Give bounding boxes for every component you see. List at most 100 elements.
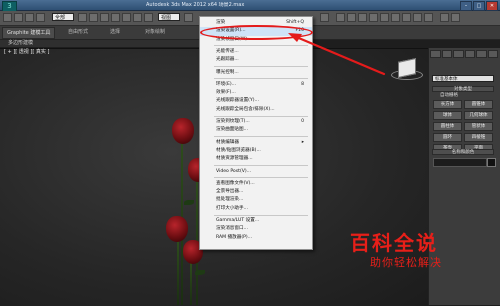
rose-leaf — [184, 200, 194, 205]
box-button[interactable]: 长方体 — [433, 100, 462, 109]
object-name-field[interactable] — [433, 158, 487, 167]
select-icon[interactable] — [78, 13, 87, 22]
named-selection-icon[interactable] — [320, 13, 329, 22]
menu-item-label: 打印大小助手... — [216, 205, 248, 211]
window-controls: – □ ✕ — [460, 1, 498, 11]
maximize-icon[interactable]: □ — [473, 1, 485, 11]
menu-item[interactable]: 打印大小助手... — [200, 205, 312, 213]
menu-item[interactable]: 批处理渲染... — [200, 196, 312, 204]
menu-separator — [214, 136, 308, 138]
annotation-arrow-icon — [288, 33, 386, 76]
pivot-icon[interactable] — [184, 13, 193, 22]
ribbon-tab-object-paint[interactable]: 对象绘制 — [145, 27, 165, 37]
cylinder-button[interactable]: 圆柱体 — [433, 122, 462, 131]
menu-item[interactable]: 材质/贴图浏览器(B)... — [200, 147, 312, 155]
menu-item-label: 光能传递... — [216, 48, 239, 54]
window-crossing-icon[interactable] — [111, 13, 120, 22]
select-by-name-icon[interactable] — [89, 13, 98, 22]
menu-item[interactable]: 光线跟踪全局包含/排除(X)... — [200, 106, 312, 114]
polygon-modeling-label[interactable]: 多边形建模 — [8, 40, 33, 47]
move-icon[interactable] — [122, 13, 131, 22]
undo-icon[interactable] — [3, 13, 12, 22]
rendered-frame-icon[interactable] — [413, 13, 422, 22]
create-tab-icon[interactable] — [430, 50, 441, 58]
mirror-icon[interactable] — [336, 13, 345, 22]
menu-item[interactable]: RAM 播放器(P)... — [200, 234, 312, 242]
pyramid-button[interactable]: 四棱锥 — [464, 133, 493, 142]
utilities-tab-icon[interactable] — [487, 50, 498, 58]
menu-item-label: 渲染曲面贴图... — [216, 127, 248, 133]
menu-item[interactable]: Video Post(V)... — [200, 168, 312, 176]
star-icon[interactable] — [451, 13, 460, 22]
object-color-swatch[interactable] — [487, 158, 496, 167]
viewport-label[interactable]: [ + ][ 透视 ][ 真实 ] — [4, 49, 49, 56]
torus-button[interactable]: 圆环 — [433, 133, 462, 142]
menu-item[interactable]: 查看图像文件(V)... — [200, 180, 312, 188]
menu-item-label: Gamma/LUT 设置... — [216, 218, 260, 223]
menu-item[interactable]: 渲染到纹理(T)... 0 — [200, 118, 312, 126]
object-type-buttons: 长方体 圆锥体 球体 几何球体 圆柱体 管状体 圆环 四棱锥 茶壶 平面 — [433, 100, 493, 153]
hierarchy-tab-icon[interactable] — [453, 50, 464, 58]
help-icon[interactable] — [440, 13, 449, 22]
menu-separator — [214, 177, 308, 179]
scale-icon[interactable] — [144, 13, 153, 22]
sphere-button[interactable]: 球体 — [433, 111, 462, 120]
menu-item-shortcut: ▸ — [301, 139, 304, 145]
menu-item-label: 光跟踪器... — [216, 57, 239, 63]
motion-tab-icon[interactable] — [464, 50, 475, 58]
menu-item[interactable]: 效果(F)... — [200, 89, 312, 97]
minimize-icon[interactable]: – — [460, 1, 472, 11]
menu-item-label: 环境(E)... — [216, 81, 237, 87]
object-category-dropdown[interactable]: 标准基本体 — [432, 75, 494, 82]
rollout-name-color[interactable]: 名称和颜色 — [432, 149, 494, 155]
menu-item-label: 光线跟踪器设置(Y)... — [216, 98, 259, 104]
reference-coord-dropdown[interactable]: 视图 — [158, 13, 180, 21]
menu-item[interactable]: 材质编辑器 ▸ — [200, 139, 312, 147]
render-setup-icon[interactable] — [402, 13, 411, 22]
ribbon-tab-freeform[interactable]: 自由形式 — [68, 27, 88, 37]
cone-button[interactable]: 圆锥体 — [464, 100, 493, 109]
menu-item[interactable]: 材质资源管理器... — [200, 155, 312, 163]
window-title: Autodesk 3ds Max 2012 x64 场景2.max — [146, 2, 245, 8]
menu-item-label: 材质编辑器 — [216, 139, 239, 145]
rotate-icon[interactable] — [133, 13, 142, 22]
menu-item-label: 查看图像文件(V)... — [216, 180, 255, 186]
menu-item-label: RAM 播放器(P)... — [216, 234, 253, 240]
autogrid-checkbox[interactable]: 自动栅格 — [440, 93, 458, 99]
menu-item[interactable]: Gamma/LUT 设置... — [200, 217, 312, 225]
tube-button[interactable]: 管状体 — [464, 122, 493, 131]
watermark-subtitle: 助你轻松解决 — [370, 256, 442, 269]
display-tab-icon[interactable] — [476, 50, 487, 58]
region-select-icon[interactable] — [100, 13, 109, 22]
menu-item[interactable]: 渲染消息窗口... — [200, 225, 312, 233]
rollout-object-type[interactable]: 对象类型 — [432, 86, 494, 92]
redo-icon[interactable] — [14, 13, 23, 22]
menu-separator — [214, 115, 308, 117]
menu-item-label: 材质资源管理器... — [216, 156, 253, 162]
ribbon-tab-graphite[interactable]: Graphite 建模工具 — [2, 27, 56, 39]
material-editor-icon[interactable] — [391, 13, 400, 22]
menu-item[interactable]: 光线跟踪器设置(Y)... — [200, 97, 312, 105]
menu-separator — [214, 78, 308, 80]
menu-item[interactable]: 渲染曲面贴图... — [200, 126, 312, 134]
menu-item[interactable]: 环境(E)... 8 — [200, 81, 312, 89]
menu-item-label: 曝光控制... — [216, 69, 239, 75]
rose-flower — [172, 118, 194, 144]
align-icon[interactable] — [347, 13, 356, 22]
menu-item[interactable]: 全景导出器... — [200, 188, 312, 196]
close-icon[interactable]: ✕ — [486, 1, 498, 11]
menu-separator — [214, 214, 308, 216]
geosphere-button[interactable]: 几何球体 — [464, 111, 493, 120]
ribbon-tab-selection[interactable]: 选择 — [110, 27, 120, 37]
render-icon[interactable] — [424, 13, 433, 22]
layer-icon[interactable] — [358, 13, 367, 22]
selection-filter-dropdown[interactable]: 全部 — [52, 13, 74, 21]
menu-item-label: 材质/贴图浏览器(B)... — [216, 147, 261, 153]
schematic-icon[interactable] — [380, 13, 389, 22]
link-icon[interactable] — [25, 13, 34, 22]
modify-tab-icon[interactable] — [441, 50, 452, 58]
menu-item-label: 渲染到纹理(T)... — [216, 119, 250, 124]
command-panel-tabs — [430, 50, 498, 58]
curve-editor-icon[interactable] — [369, 13, 378, 22]
unlink-icon[interactable] — [36, 13, 45, 22]
